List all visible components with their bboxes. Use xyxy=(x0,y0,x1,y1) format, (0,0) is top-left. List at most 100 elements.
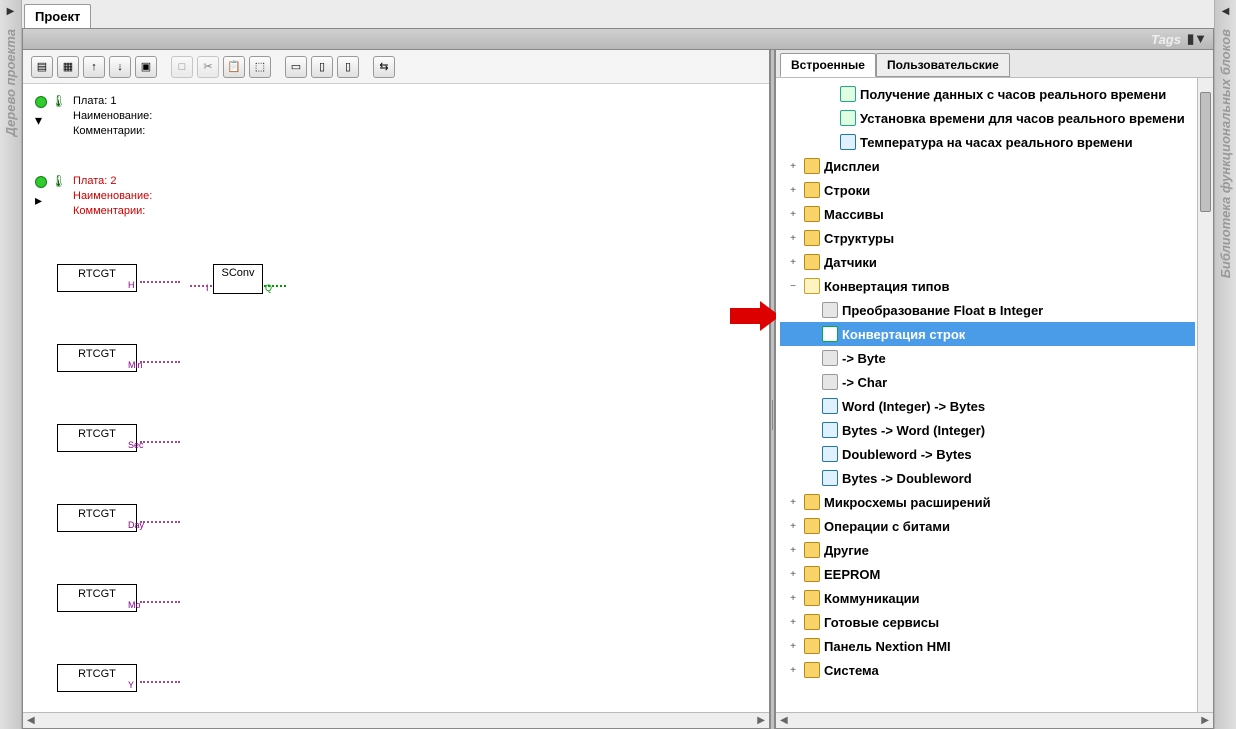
tree-node[interactable]: +Структуры xyxy=(780,226,1195,250)
tree-toggle-icon[interactable]: − xyxy=(786,281,800,292)
library-rail[interactable]: ◀ Библиотека функциональных блоков xyxy=(1214,0,1236,729)
tree-toggle-icon[interactable]: + xyxy=(786,185,800,196)
tree-toggle-icon[interactable]: + xyxy=(786,521,800,532)
tree-toggle-icon[interactable]: + xyxy=(786,209,800,220)
library-rail-label: Библиотека функциональных блоков xyxy=(1218,29,1233,278)
tree-node[interactable]: + Микросхемы расширений xyxy=(780,490,1195,514)
project-tree-label: Дерево проекта xyxy=(3,29,18,136)
rtcgt-block[interactable]: RTCGTSec xyxy=(57,424,137,452)
tags-dropdown-icon[interactable]: ▮▼ xyxy=(1187,31,1207,47)
tree-node-label: Bytes -> Word (Integer) xyxy=(842,423,985,438)
tree-toggle-icon[interactable]: + xyxy=(786,161,800,172)
tree-node[interactable]: +Готовые сервисы xyxy=(780,610,1195,634)
canvas-toolbar: ▤ ▦ ↑ ↓ ▣ □ ✂ 📋 ⬚ ▭ ▯ ▯ ⇆ xyxy=(23,50,769,84)
tab-user[interactable]: Пользовательские xyxy=(876,53,1010,77)
tree-node[interactable]: +Панель Nextion HMI xyxy=(780,634,1195,658)
tree-toggle-icon[interactable]: + xyxy=(786,497,800,508)
tree-toggle-icon[interactable]: + xyxy=(786,545,800,556)
tree-node-label: -> Byte xyxy=(842,351,886,366)
tree-node[interactable]: Bytes -> Doubleword xyxy=(780,466,1195,490)
tags-label: Tags xyxy=(1151,32,1181,47)
toolbar-btn-5[interactable]: ▣ xyxy=(135,56,157,78)
block-name: RTCGT xyxy=(58,505,136,522)
toolbar-btn-1[interactable]: ▤ xyxy=(31,56,53,78)
tree-toggle-icon[interactable]: + xyxy=(786,617,800,628)
tree-node-icon xyxy=(840,134,856,150)
rtcgt-block[interactable]: RTCGTMin xyxy=(57,344,137,372)
tree-toggle-icon[interactable]: + xyxy=(786,641,800,652)
tree-node[interactable]: + Коммуникации xyxy=(780,586,1195,610)
tree-node[interactable]: +Система xyxy=(780,658,1195,682)
library-panel: Встроенные Пользовательские Получение да… xyxy=(775,50,1214,729)
tree-node[interactable]: Получение данных с часов реального време… xyxy=(780,82,1195,106)
toolbar-btn-12[interactable]: ▯ xyxy=(337,56,359,78)
tree-node[interactable]: -> Char xyxy=(780,370,1195,394)
block-name: RTCGT xyxy=(58,425,136,442)
toolbar-btn-2[interactable]: ▦ xyxy=(57,56,79,78)
toolbar-btn-up[interactable]: ↑ xyxy=(83,56,105,78)
toolbar-btn-paste[interactable]: 📋 xyxy=(223,56,245,78)
expand-right-icon[interactable]: ◀ xyxy=(1222,6,1230,17)
tree-node[interactable]: Doubleword -> Bytes xyxy=(780,442,1195,466)
toolbar-btn-9[interactable]: ⬚ xyxy=(249,56,271,78)
tree-toggle-icon[interactable]: + xyxy=(786,665,800,676)
library-tabs: Встроенные Пользовательские xyxy=(776,50,1213,78)
thermometer-icon: 🌡 xyxy=(51,94,66,108)
tree-node[interactable]: +Другие xyxy=(780,538,1195,562)
tree-node[interactable]: +Датчики xyxy=(780,250,1195,274)
tab-project[interactable]: Проект xyxy=(24,4,91,28)
tree-node-icon xyxy=(822,374,838,390)
rtcgt-block[interactable]: RTCGTMo xyxy=(57,584,137,612)
tree-node-label: Word (Integer) -> Bytes xyxy=(842,399,985,414)
tree-node[interactable]: +Дисплеи xyxy=(780,154,1195,178)
design-canvas-panel: ▤ ▦ ↑ ↓ ▣ □ ✂ 📋 ⬚ ▭ ▯ ▯ ⇆ xyxy=(22,50,770,729)
tree-node[interactable]: + Строки xyxy=(780,178,1195,202)
tree-node-icon xyxy=(822,326,838,342)
tree-toggle-icon[interactable]: + xyxy=(786,233,800,244)
tree-node[interactable]: Температура на часах реального времени xyxy=(780,130,1195,154)
tree-node[interactable]: Bytes -> Word (Integer) xyxy=(780,418,1195,442)
tree-node-label: EEPROM xyxy=(824,567,880,582)
tree-toggle-icon[interactable]: + xyxy=(786,257,800,268)
tree-toggle-icon[interactable]: + xyxy=(786,569,800,580)
tree-node-label: Микросхемы расширений xyxy=(824,495,991,510)
tree-node-icon xyxy=(822,422,838,438)
toolbar-btn-10[interactable]: ▭ xyxy=(285,56,307,78)
tree-node[interactable]: −Конвертация типов xyxy=(780,274,1195,298)
board-1[interactable]: 🌡 ▾ Плата: 1 Наименование: Комментарии: xyxy=(33,94,759,144)
toolbar-btn-13[interactable]: ⇆ xyxy=(373,56,395,78)
design-canvas[interactable]: 🌡 ▾ Плата: 1 Наименование: Комментарии: … xyxy=(23,84,769,712)
block-wire xyxy=(140,681,180,683)
tab-builtin[interactable]: Встроенные xyxy=(780,53,876,77)
rtcgt-block[interactable]: RTCGTDay xyxy=(57,504,137,532)
tree-node[interactable]: + EEPROM xyxy=(780,562,1195,586)
tree-node-label: Конвертация строк xyxy=(842,327,965,342)
tree-node[interactable]: -> Byte xyxy=(780,346,1195,370)
tree-node[interactable]: Установка времени для часов реального вр… xyxy=(780,106,1195,130)
tab-project-label: Проект xyxy=(35,9,80,24)
sconv-block[interactable]: SConv I Q xyxy=(213,264,263,294)
tree-node[interactable]: Конвертация строк xyxy=(780,322,1195,346)
tree-node[interactable]: +Операции с битами xyxy=(780,514,1195,538)
tree-toggle-icon[interactable]: + xyxy=(786,593,800,604)
tree-node[interactable]: Word (Integer) -> Bytes xyxy=(780,394,1195,418)
board-2[interactable]: 🌡 ▸ Плата: 2 Наименование: Комментарии: xyxy=(33,174,759,224)
tree-node-icon xyxy=(804,494,820,510)
toolbar-btn-11[interactable]: ▯ xyxy=(311,56,333,78)
project-tree-rail[interactable]: ▶ Дерево проекта xyxy=(0,0,22,729)
tree-node-label: Строки xyxy=(824,183,870,198)
tree-vscrollbar[interactable] xyxy=(1197,78,1213,712)
rtcgt-block[interactable]: RTCGTH xyxy=(57,264,137,292)
tree-node[interactable]: +Массивы xyxy=(780,202,1195,226)
expand-left-icon[interactable]: ▶ xyxy=(7,6,15,17)
tree-node-label: Коммуникации xyxy=(824,591,920,606)
tags-bar[interactable]: Tags ▮▼ xyxy=(22,28,1214,50)
tree-node-label: Получение данных с часов реального време… xyxy=(860,87,1166,102)
rtcgt-block[interactable]: RTCGTY xyxy=(57,664,137,692)
tree-node-icon xyxy=(804,182,820,198)
canvas-hscrollbar[interactable]: ◀▶ xyxy=(23,712,769,728)
toolbar-btn-down[interactable]: ↓ xyxy=(109,56,131,78)
tree-hscrollbar[interactable]: ◀▶ xyxy=(776,712,1213,728)
library-tree[interactable]: Получение данных с часов реального време… xyxy=(776,78,1213,712)
tree-node[interactable]: Преобразование Float в Integer xyxy=(780,298,1195,322)
